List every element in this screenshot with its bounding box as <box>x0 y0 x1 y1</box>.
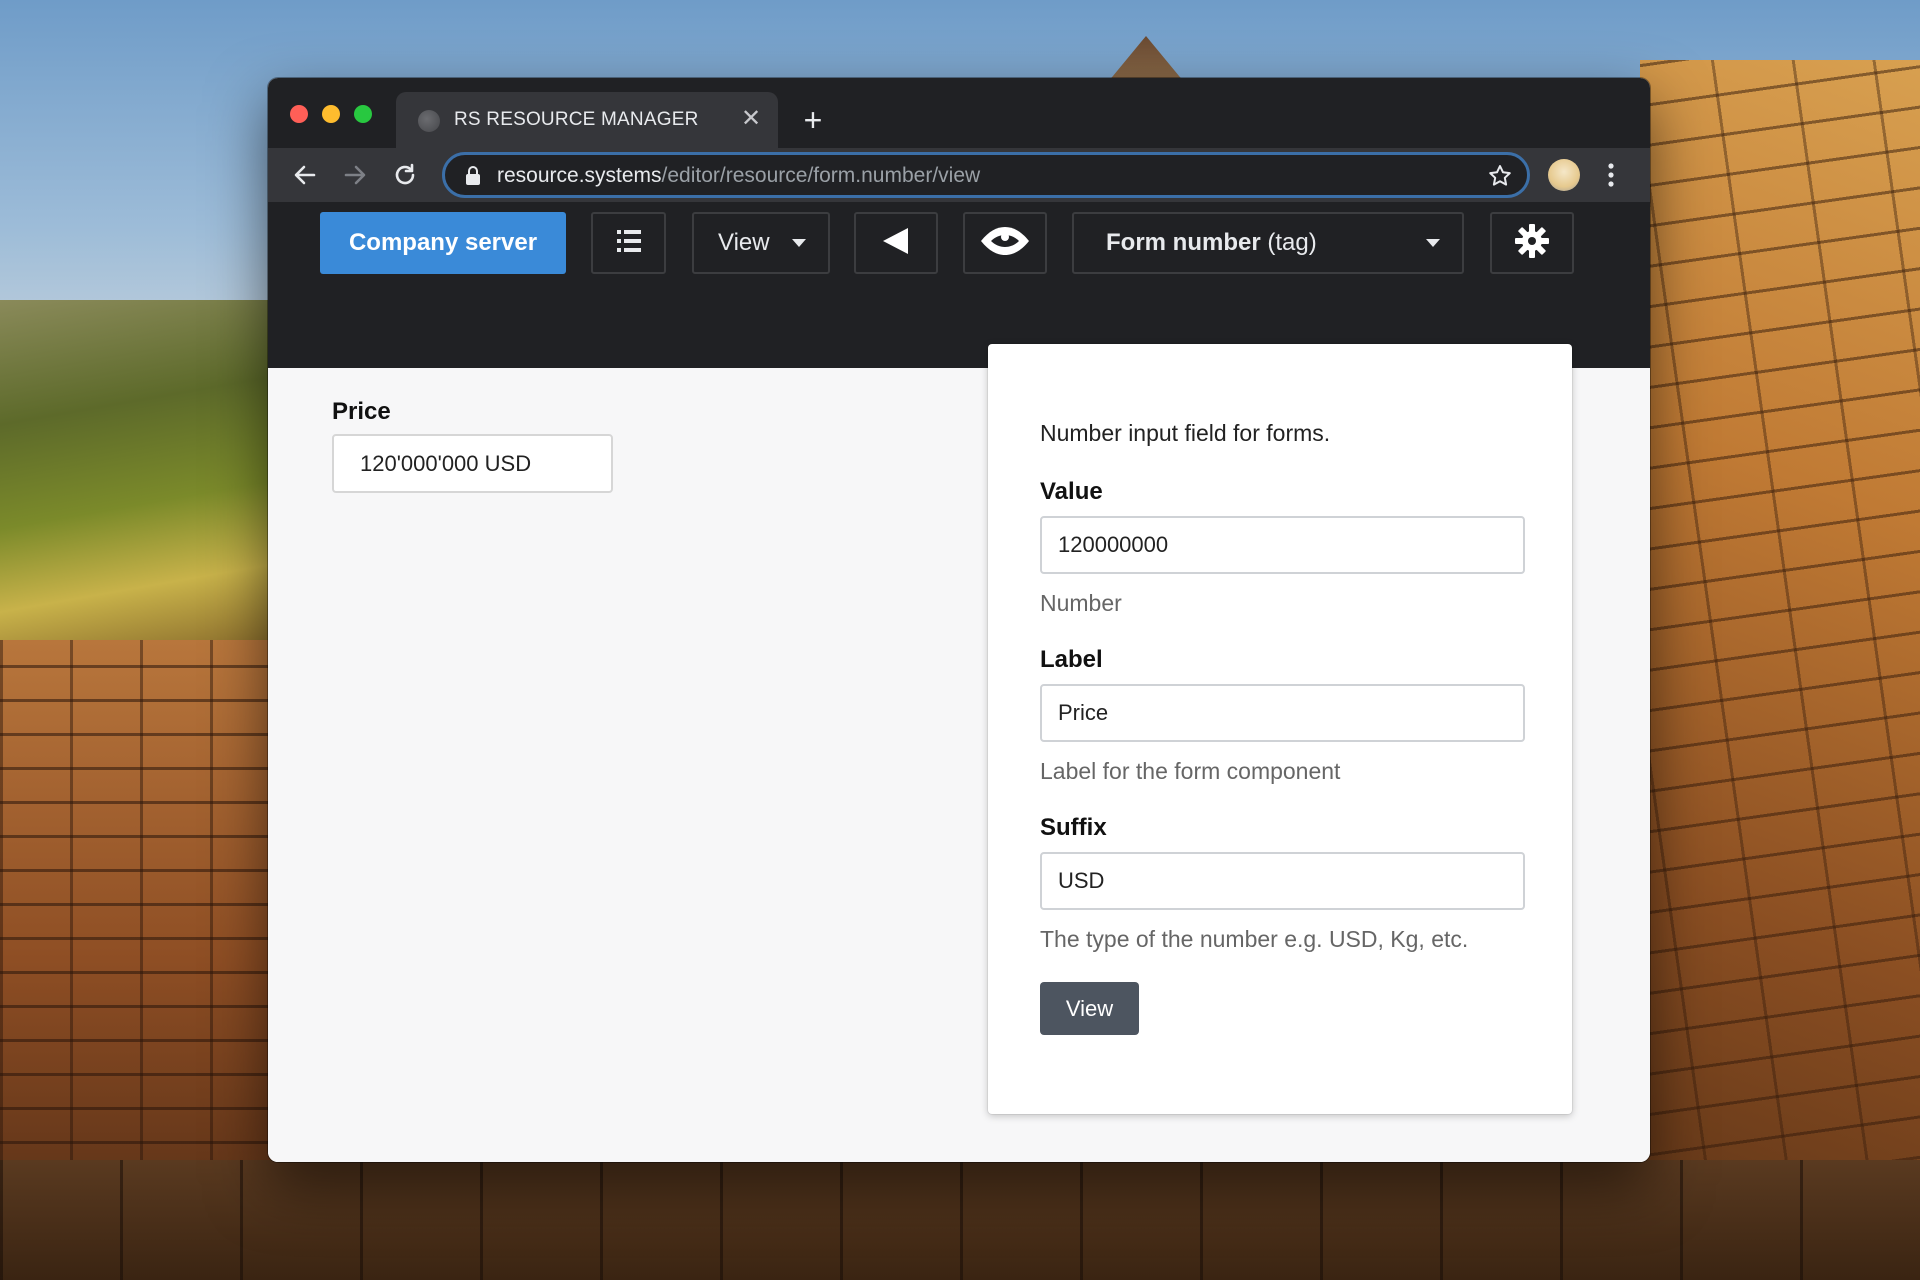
suffix-input[interactable]: USD <box>1040 852 1525 910</box>
close-icon[interactable]: ✕ <box>738 106 764 132</box>
panel-view-button[interactable]: View <box>1040 982 1139 1035</box>
preview-button[interactable] <box>963 212 1047 274</box>
label-input[interactable]: Price <box>1040 684 1525 742</box>
reload-icon[interactable] <box>386 156 424 194</box>
label-help-text: Label for the form component <box>1040 758 1341 784</box>
list-button[interactable] <box>591 212 666 274</box>
triangle-left-icon <box>880 225 912 262</box>
chevron-down-icon <box>792 239 806 247</box>
more-vert-icon[interactable] <box>1606 160 1616 190</box>
value-help-text: Number <box>1040 590 1122 616</box>
properties-panel: Number input field for forms. Value 1200… <box>988 344 1572 1114</box>
form-type-tag: (tag) <box>1260 229 1317 256</box>
url-text: resource.systems/editor/resource/form.nu… <box>497 164 980 188</box>
background-wall-right <box>1640 60 1920 1280</box>
minimize-window-button[interactable] <box>322 105 340 123</box>
browser-window: RS RESOURCE MANAGER ✕ + resource.systems… <box>268 78 1650 1162</box>
lock-icon <box>465 166 481 186</box>
browser-tab[interactable]: RS RESOURCE MANAGER ✕ <box>396 92 778 148</box>
suffix-help-text: The type of the number e.g. USD, Kg, etc… <box>1040 926 1469 952</box>
company-server-button[interactable]: Company server <box>320 212 566 274</box>
previous-button[interactable] <box>854 212 938 274</box>
star-icon[interactable] <box>1487 163 1513 189</box>
list-icon <box>615 227 643 260</box>
view-dropdown-label: View <box>718 229 770 256</box>
label-field-label: Label <box>1040 646 1103 673</box>
close-window-button[interactable] <box>290 105 308 123</box>
tab-title: RS RESOURCE MANAGER <box>454 109 699 130</box>
form-type-name: Form number <box>1106 229 1261 256</box>
price-input[interactable]: 120'000'000 USD <box>332 434 613 493</box>
settings-button[interactable] <box>1490 212 1574 274</box>
value-field-label: Value <box>1040 478 1103 505</box>
maximize-window-button[interactable] <box>354 105 372 123</box>
gear-icon <box>1513 222 1551 265</box>
eye-icon <box>979 223 1031 264</box>
url-host: resource.systems <box>497 164 662 187</box>
url-path: /editor/resource/form.number/view <box>661 164 981 187</box>
back-arrow-icon[interactable] <box>286 156 324 194</box>
browser-titlebar: RS RESOURCE MANAGER ✕ + resource.systems… <box>268 78 1650 202</box>
plus-icon[interactable]: + <box>796 104 830 138</box>
suffix-field-label: Suffix <box>1040 814 1107 841</box>
form-type-select[interactable]: Form number (tag) <box>1072 212 1464 274</box>
price-field-label: Price <box>332 398 391 425</box>
panel-description: Number input field for forms. <box>1040 420 1331 446</box>
globe-icon <box>418 110 440 132</box>
form-type-select-label: Form number (tag) <box>1106 229 1317 257</box>
browser-toolbar: resource.systems/editor/resource/form.nu… <box>268 148 1650 202</box>
view-dropdown[interactable]: View <box>692 212 830 274</box>
forward-arrow-icon[interactable] <box>336 156 374 194</box>
chevron-down-icon <box>1426 239 1440 247</box>
address-bar[interactable]: resource.systems/editor/resource/form.nu… <box>442 152 1530 198</box>
background-floor <box>0 1160 1920 1280</box>
value-input[interactable]: 120000000 <box>1040 516 1525 574</box>
avatar[interactable] <box>1548 159 1580 191</box>
